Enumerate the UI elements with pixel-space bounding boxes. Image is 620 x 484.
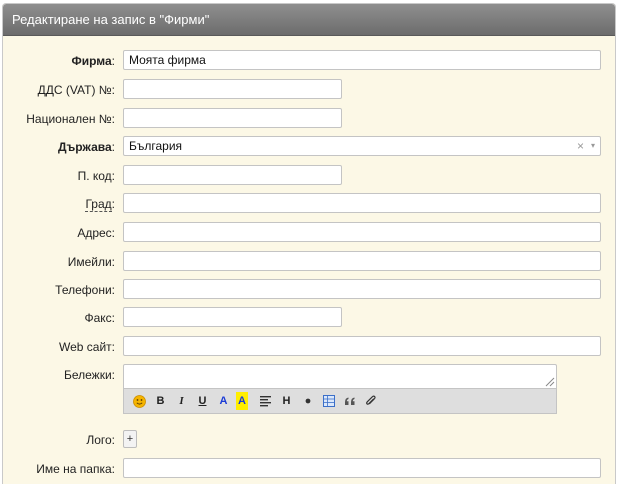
folder-name-label: Име на папка: xyxy=(36,462,115,476)
fax-label: Факс: xyxy=(84,311,115,325)
heading-button[interactable]: H xyxy=(278,392,295,410)
country-select-value: България xyxy=(129,139,183,153)
notes-textarea[interactable] xyxy=(123,364,557,388)
dialog-title: Редактиране на запис в "Фирми" xyxy=(3,4,615,36)
phones-input[interactable] xyxy=(123,279,601,299)
underline-button[interactable]: U xyxy=(194,392,211,410)
smiley-icon[interactable] xyxy=(131,392,148,410)
postal-code-label: П. код: xyxy=(77,169,115,183)
website-input[interactable] xyxy=(123,336,601,356)
postal-code-input[interactable] xyxy=(123,165,342,185)
chevron-down-icon[interactable]: ▾ xyxy=(591,137,595,155)
vat-label: ДДС (VAT) №: xyxy=(37,83,115,97)
italic-button[interactable]: I xyxy=(173,392,190,410)
notes-label: Бележки: xyxy=(63,368,115,382)
emails-input[interactable] xyxy=(123,251,601,271)
city-input[interactable] xyxy=(123,193,601,213)
align-icon[interactable] xyxy=(257,392,274,410)
resize-grip-icon[interactable] xyxy=(545,377,555,387)
table-icon[interactable] xyxy=(320,392,337,410)
phones-label: Телефони: xyxy=(55,283,115,297)
highlight-button[interactable]: A xyxy=(236,392,248,410)
add-logo-button[interactable]: + xyxy=(123,430,137,448)
quote-icon[interactable] xyxy=(341,392,358,410)
clear-icon[interactable]: × xyxy=(577,137,584,155)
fax-input[interactable] xyxy=(123,307,342,327)
city-label: Град: xyxy=(85,197,115,212)
bullet-list-icon[interactable] xyxy=(299,392,316,410)
country-select[interactable]: България × ▾ xyxy=(123,136,601,156)
editor-toolbar: B I U A A H xyxy=(123,388,557,414)
address-label: Адрес: xyxy=(77,226,115,240)
address-input[interactable] xyxy=(123,222,601,242)
attachment-icon[interactable] xyxy=(362,392,379,410)
folder-name-input[interactable] xyxy=(123,458,601,478)
vat-input[interactable] xyxy=(123,79,342,99)
website-label: Web сайт: xyxy=(59,340,115,354)
emails-label: Имейли: xyxy=(67,255,115,269)
logo-label: Лого: xyxy=(86,433,115,447)
national-no-label: Национален №: xyxy=(26,112,115,126)
company-input[interactable]: Моята фирма xyxy=(123,50,601,70)
bold-button[interactable]: B xyxy=(152,392,169,410)
font-color-button[interactable]: A xyxy=(215,392,232,410)
company-label: Фирма: xyxy=(71,54,115,68)
edit-record-dialog: Редактиране на запис в "Фирми" Фирма: Мо… xyxy=(2,3,616,484)
country-label: Държава: xyxy=(57,140,115,154)
national-no-input[interactable] xyxy=(123,108,342,128)
